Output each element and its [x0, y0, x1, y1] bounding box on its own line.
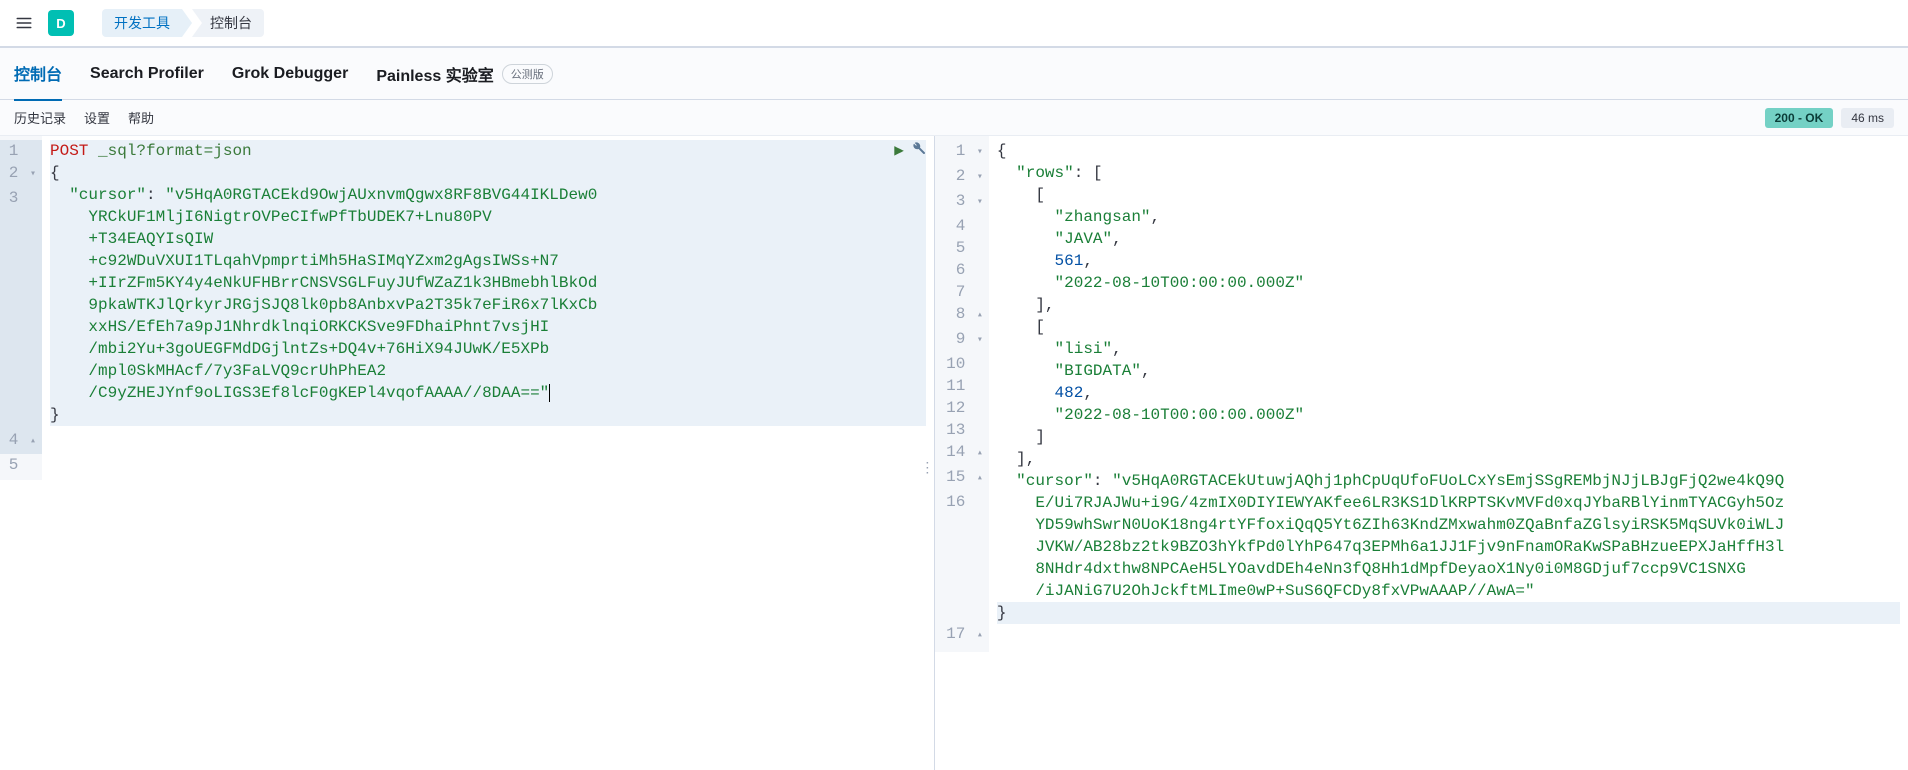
hamburger-icon — [15, 14, 33, 32]
response-time-badge: 46 ms — [1841, 108, 1894, 128]
request-gutter: 1 2 ▾3 4 ▴5 — [0, 136, 42, 480]
console-toolbar: 历史记录 设置 帮助 200 - OK 46 ms — [0, 100, 1908, 136]
response-code[interactable]: { "rows": [ [ "zhangsan", "JAVA", 561, "… — [989, 136, 1908, 628]
workspace-logo[interactable]: D — [48, 10, 74, 36]
breadcrumb-console[interactable]: 控制台 — [192, 9, 264, 37]
request-pane[interactable]: ▶ 1 2 ▾3 4 ▴5 POST _sql?format=json{ "cu… — [0, 136, 935, 770]
console-toolbar-left: 历史记录 设置 帮助 — [14, 108, 154, 127]
history-link[interactable]: 历史记录 — [14, 108, 66, 127]
response-pane[interactable]: 1 ▾2 ▾3 ▾4 5 6 7 8 ▴9 ▾10 11 12 13 14 ▴1… — [935, 136, 1908, 770]
dev-tools-tabs: 控制台 Search Profiler Grok Debugger Painle… — [0, 48, 1908, 100]
settings-link[interactable]: 设置 — [84, 108, 110, 127]
tab-search-profiler[interactable]: Search Profiler — [90, 51, 204, 97]
breadcrumb-dev-tools[interactable]: 开发工具 — [102, 9, 182, 37]
status-badge: 200 - OK — [1765, 108, 1834, 128]
tab-painless-lab-label: Painless 实验室 — [376, 62, 493, 86]
menu-toggle-button[interactable] — [8, 7, 40, 39]
request-code[interactable]: POST _sql?format=json{ "cursor": "v5HqA0… — [42, 136, 934, 452]
request-actions: ▶ — [894, 140, 926, 161]
editor-split: ▶ 1 2 ▾3 4 ▴5 POST _sql?format=json{ "cu… — [0, 136, 1908, 770]
tab-console[interactable]: 控制台 — [14, 47, 62, 101]
console-toolbar-right: 200 - OK 46 ms — [1765, 108, 1894, 128]
tab-painless-lab[interactable]: Painless 实验室 公测版 — [376, 48, 552, 100]
help-link[interactable]: 帮助 — [128, 108, 154, 127]
tab-grok-debugger[interactable]: Grok Debugger — [232, 51, 348, 97]
wrench-icon[interactable] — [910, 140, 926, 161]
top-bar: D 开发工具 控制台 — [0, 0, 1908, 48]
breadcrumb: 开发工具 控制台 — [102, 9, 264, 37]
beta-badge: 公测版 — [502, 64, 553, 84]
response-gutter: 1 ▾2 ▾3 ▾4 5 6 7 8 ▴9 ▾10 11 12 13 14 ▴1… — [935, 136, 989, 652]
play-icon[interactable]: ▶ — [894, 140, 904, 161]
